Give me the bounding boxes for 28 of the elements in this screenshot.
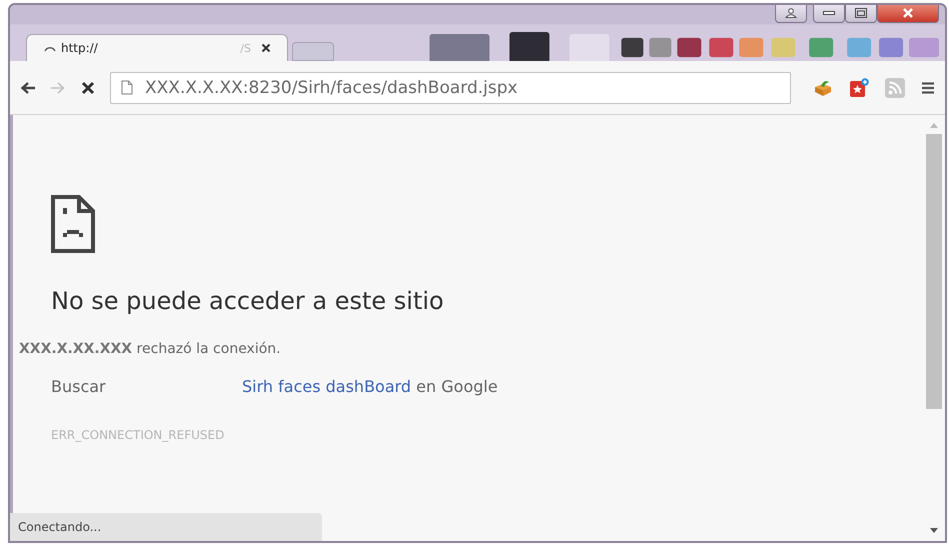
search-label: Buscar [51,377,107,396]
close-button[interactable] [877,5,939,23]
status-bubble: Conectando... [10,513,322,541]
scroll-down-icon[interactable] [930,528,938,533]
error-code: ERR_CONNECTION_REFUSED [51,428,226,442]
sad-page-icon [51,195,95,253]
close-icon[interactable] [261,43,271,53]
bookmark-star-icon[interactable] [849,78,869,98]
tab-title: http:// [61,41,99,55]
user-icon [785,8,797,18]
error-message: XXX.X.XX.XXX rechazó la conexión. [19,341,282,357]
back-icon[interactable] [20,80,36,94]
error-heading: No se puede acceder a este sitio [51,287,445,315]
stop-icon[interactable] [80,80,96,94]
scrollbar-thumb[interactable] [926,134,942,409]
maximize-button[interactable] [845,5,877,23]
search-link[interactable]: Sirh faces dashBoard [242,377,412,396]
close-icon [902,8,914,18]
page-icon [121,80,133,95]
tab-title: /S [240,42,251,54]
browser-tab[interactable]: http:// /S [26,34,288,61]
menu-icon[interactable] [921,80,935,94]
minimize-icon [823,11,835,15]
search-suggestion: Sirh faces dashBoard en Google [242,377,498,396]
user-button[interactable] [775,5,807,23]
maximize-icon [855,8,867,18]
minimize-button[interactable] [813,5,845,23]
address-bar[interactable]: XXX.X.X.XX:8230/Sirh/faces/dashBoard.jspx [110,72,791,104]
